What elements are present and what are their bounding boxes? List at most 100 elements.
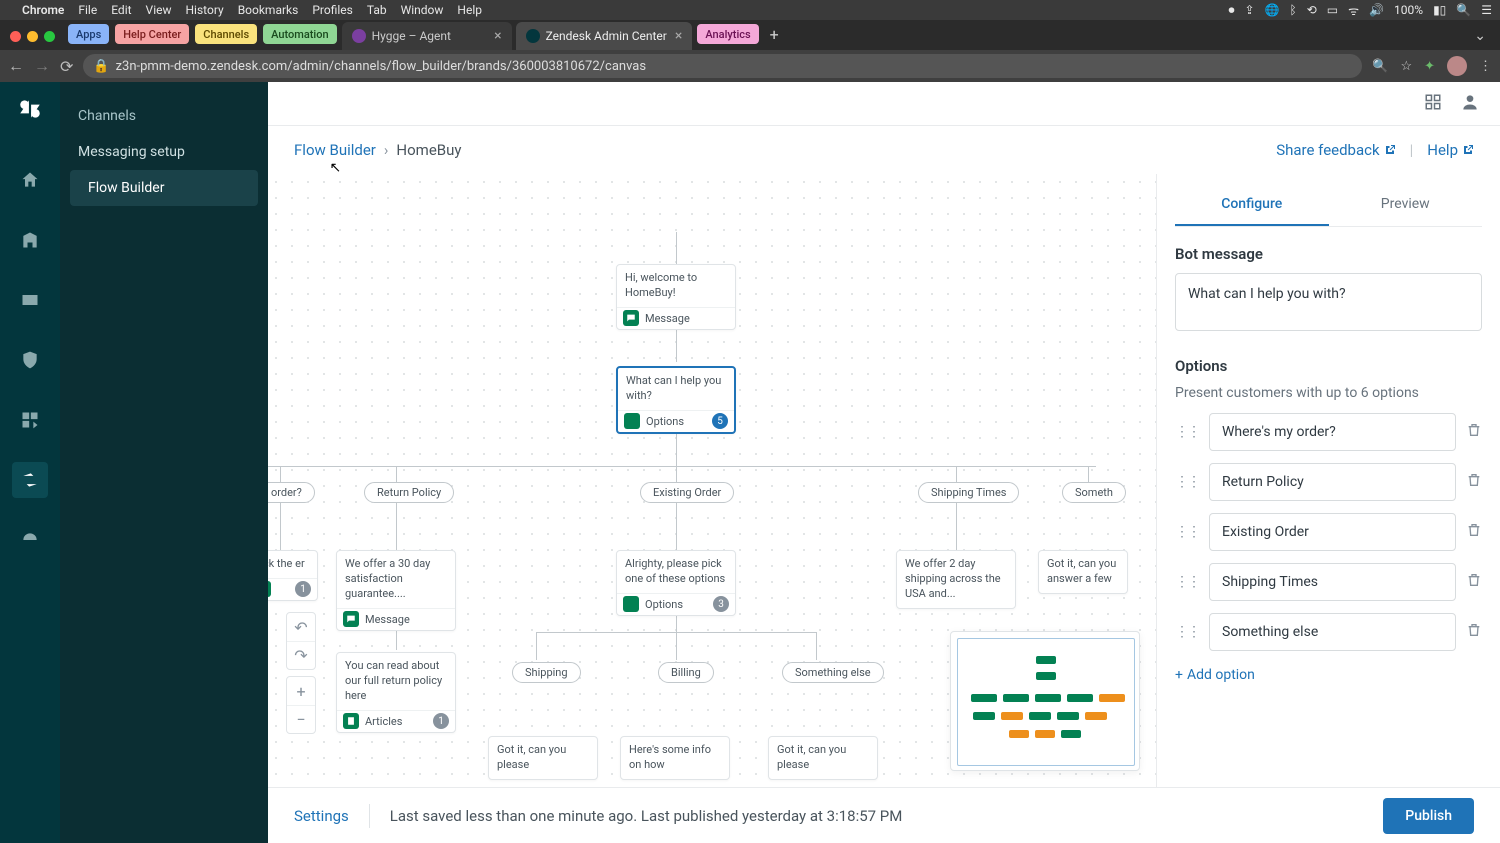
minimize-window[interactable] xyxy=(27,31,38,42)
tab-configure[interactable]: Configure xyxy=(1175,184,1329,226)
minimap[interactable] xyxy=(950,631,1140,771)
delete-option-icon[interactable] xyxy=(1466,572,1482,592)
menu-edit[interactable]: Edit xyxy=(111,3,131,17)
undo-button[interactable]: ↶ xyxy=(287,613,315,641)
flow-option-sub-else[interactable]: Something else xyxy=(782,662,884,683)
flow-option-sub-billing[interactable]: Billing xyxy=(658,662,714,683)
publish-button[interactable]: Publish xyxy=(1383,798,1474,834)
delete-option-icon[interactable] xyxy=(1466,522,1482,542)
tabgroup-automation[interactable]: Automation xyxy=(263,24,336,44)
settings-link[interactable]: Settings xyxy=(294,807,349,825)
tabgroup-analytics[interactable]: Analytics xyxy=(697,24,758,44)
menu-history[interactable]: History xyxy=(186,3,224,17)
option-input-0[interactable] xyxy=(1209,413,1456,451)
option-input-2[interactable] xyxy=(1209,513,1456,551)
globe-icon[interactable]: 🌐 xyxy=(1265,3,1280,17)
node-track[interactable]: eck the er 1 xyxy=(268,550,318,601)
menu-help[interactable]: Help xyxy=(457,3,482,17)
delete-option-icon[interactable] xyxy=(1466,622,1482,642)
node-gotit[interactable]: Got it, can you answer a few xyxy=(1038,550,1128,594)
chrome-menu-icon[interactable]: ⋮ xyxy=(1479,59,1492,74)
zendesk-logo[interactable] xyxy=(17,96,43,128)
option-input-1[interactable] xyxy=(1209,463,1456,501)
share-icon[interactable]: ⇪ xyxy=(1244,3,1254,17)
tab-hygge[interactable]: Hygge – Agent × xyxy=(342,22,512,50)
tabgroup-channels[interactable]: Channels xyxy=(195,24,257,44)
flow-canvas[interactable]: Hi, welcome to HomeBuy! Message What can… xyxy=(268,174,1156,787)
zoom-in-button[interactable]: + xyxy=(287,677,315,705)
screenrec-icon[interactable]: ⏺ xyxy=(1228,3,1234,18)
display-icon[interactable]: ▭ xyxy=(1327,3,1338,17)
wifi-icon[interactable]: ᯤ xyxy=(1348,2,1359,19)
flow-option-sub-shipping[interactable]: Shipping xyxy=(512,662,581,683)
menu-view[interactable]: View xyxy=(146,3,172,17)
profile-avatar[interactable] xyxy=(1447,56,1467,76)
option-input-4[interactable] xyxy=(1209,613,1456,651)
tabgroup-helpcenter[interactable]: Help Center xyxy=(115,24,189,44)
address-bar[interactable]: 🔒 z3n-pmm-demo.zendesk.com/admin/channel… xyxy=(83,54,1362,78)
close-tab-icon[interactable]: × xyxy=(675,28,682,44)
rail-card[interactable] xyxy=(12,282,48,318)
rail-apps[interactable] xyxy=(12,402,48,438)
menu-tab[interactable]: Tab xyxy=(367,3,387,17)
maximize-window[interactable] xyxy=(44,31,55,42)
node-articles[interactable]: You can read about our full return polic… xyxy=(336,652,456,733)
zoom-icon[interactable]: 🔍 xyxy=(1372,59,1388,74)
node-peek-1[interactable]: Got it, can you please xyxy=(488,736,598,780)
flow-option-something[interactable]: Someth xyxy=(1062,482,1126,503)
window-controls[interactable] xyxy=(10,31,55,42)
flow-option-shipping[interactable]: Shipping Times xyxy=(918,482,1019,503)
node-welcome[interactable]: Hi, welcome to HomeBuy! Message xyxy=(616,264,736,330)
help-link[interactable]: Help xyxy=(1427,141,1474,159)
share-feedback-link[interactable]: Share feedback xyxy=(1276,141,1395,159)
tab-overflow-icon[interactable]: ⌄ xyxy=(1474,28,1486,44)
menu-file[interactable]: File xyxy=(78,3,97,17)
zoom-out-button[interactable]: − xyxy=(287,705,315,733)
tab-preview[interactable]: Preview xyxy=(1329,184,1483,226)
new-tab-button[interactable]: + xyxy=(770,25,779,44)
node-peek-3[interactable]: Got it, can you please xyxy=(768,736,878,780)
drag-handle-icon[interactable]: ⋮⋮ xyxy=(1175,574,1199,590)
forward-button[interactable]: → xyxy=(34,56,50,76)
user-menu-icon[interactable] xyxy=(1460,92,1480,116)
menu-app[interactable]: Chrome xyxy=(22,3,64,17)
option-input-3[interactable] xyxy=(1209,563,1456,601)
tab-zendesk-admin[interactable]: Zendesk Admin Center × xyxy=(516,22,693,50)
menu-window[interactable]: Window xyxy=(401,3,444,17)
volume-icon[interactable]: 🔊 xyxy=(1369,3,1384,17)
node-prompt[interactable]: What can I help you with? Options5 xyxy=(616,366,736,434)
menu-bookmarks[interactable]: Bookmarks xyxy=(238,3,299,17)
spotlight-icon[interactable]: 🔍 xyxy=(1456,3,1471,17)
drag-handle-icon[interactable]: ⋮⋮ xyxy=(1175,424,1199,440)
close-window[interactable] xyxy=(10,31,21,42)
rail-shield[interactable] xyxy=(12,342,48,378)
node-peek-2[interactable]: Here's some info on how xyxy=(620,736,730,780)
sidebar-item-flow-builder[interactable]: Flow Builder xyxy=(70,170,258,206)
drag-handle-icon[interactable]: ⋮⋮ xyxy=(1175,624,1199,640)
battery-icon[interactable]: ▮▯ xyxy=(1433,3,1446,17)
bt-icon[interactable]: ᛒ xyxy=(1290,3,1297,17)
rail-more[interactable] xyxy=(12,522,48,558)
flow-option-order[interactable]: order? xyxy=(268,482,315,503)
rail-home[interactable] xyxy=(12,162,48,198)
drag-handle-icon[interactable]: ⋮⋮ xyxy=(1175,524,1199,540)
node-guarantee[interactable]: We offer a 30 day satisfaction guarantee… xyxy=(336,550,456,631)
control-center-icon[interactable]: ☰ xyxy=(1481,3,1492,17)
apps-grid-icon[interactable] xyxy=(1424,93,1442,115)
back-button[interactable]: ← xyxy=(8,56,24,76)
sidebar-item-messaging-setup[interactable]: Messaging setup xyxy=(60,134,268,170)
bookmark-icon[interactable]: ☆ xyxy=(1400,59,1412,74)
reload-button[interactable]: ⟳ xyxy=(60,57,73,76)
tabgroup-apps[interactable]: Apps xyxy=(68,24,109,44)
add-option-button[interactable]: + Add option xyxy=(1175,667,1482,683)
sync-icon[interactable]: ⟲ xyxy=(1307,3,1317,17)
sidebar-item-channels[interactable]: Channels xyxy=(60,98,268,134)
delete-option-icon[interactable] xyxy=(1466,472,1482,492)
flow-option-return[interactable]: Return Policy xyxy=(364,482,454,503)
node-pickone[interactable]: Alrighty, please pick one of these optio… xyxy=(616,550,736,616)
rail-building[interactable] xyxy=(12,222,48,258)
breadcrumb-root[interactable]: Flow Builder xyxy=(294,141,376,159)
delete-option-icon[interactable] xyxy=(1466,422,1482,442)
redo-button[interactable]: ↷ xyxy=(287,641,315,669)
bot-message-input[interactable] xyxy=(1175,273,1482,331)
